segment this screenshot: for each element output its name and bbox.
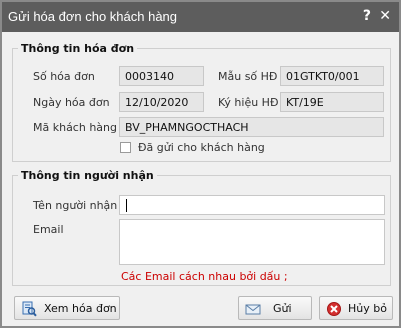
view-invoice-label: Xem hóa đơn <box>44 302 117 315</box>
recipient-info-legend: Thông tin người nhận <box>21 169 154 182</box>
invoice-date-field: 12/10/2020 <box>119 92 204 112</box>
send-invoice-dialog: Gửi hóa đơn cho khách hàng ? ✕ Thông tin… <box>0 0 401 328</box>
view-invoice-button[interactable]: Xem hóa đơn <box>14 296 120 320</box>
close-icon[interactable]: ✕ <box>379 8 391 24</box>
send-label: Gửi <box>273 302 292 315</box>
view-invoice-icon <box>22 301 37 317</box>
email-separator-note: Các Email cách nhau bởi dấu ; <box>121 270 288 283</box>
template-label: Mẫu số HĐ <box>218 70 278 83</box>
email-label: Email <box>33 223 64 236</box>
cancel-label: Hủy bỏ <box>348 302 387 315</box>
sent-to-customer-label: Đã gửi cho khách hàng <box>138 141 265 154</box>
cancel-button[interactable]: Hủy bỏ <box>319 296 393 320</box>
sent-to-customer-checkbox[interactable] <box>120 142 131 153</box>
dialog-title: Gửi hóa đơn cho khách hàng <box>8 9 178 24</box>
cancel-icon <box>327 302 341 316</box>
customer-code-field: BV_PHAMNGOCTHACH <box>119 117 384 137</box>
recipient-name-input[interactable] <box>119 195 385 215</box>
invoice-date-label: Ngày hóa đơn <box>33 96 110 109</box>
title-bar: Gửi hóa đơn cho khách hàng ? ✕ <box>2 2 399 32</box>
recipient-name-label: Tên người nhận <box>33 199 118 212</box>
help-icon[interactable]: ? <box>363 8 371 24</box>
text-caret <box>126 199 127 212</box>
invoice-symbol-field: KT/19E <box>280 92 384 112</box>
invoice-info-legend: Thông tin hóa đơn <box>21 42 135 55</box>
customer-code-label: Mã khách hàng <box>33 121 117 134</box>
email-input[interactable] <box>119 219 385 265</box>
invoice-symbol-label: Ký hiệu HĐ <box>218 96 279 109</box>
envelope-icon <box>245 304 261 315</box>
template-field: 01GTKT0/001 <box>280 66 384 86</box>
invoice-no-field: 0003140 <box>119 66 204 86</box>
send-button[interactable]: Gửi <box>238 296 312 320</box>
invoice-no-label: Số hóa đơn <box>33 70 95 83</box>
